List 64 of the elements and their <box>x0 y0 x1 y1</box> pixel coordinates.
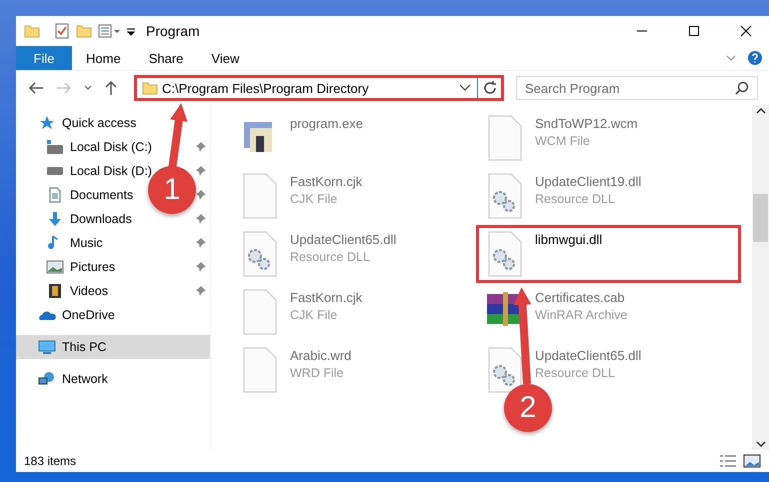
file-name[interactable]: UpdateClient19.dll <box>535 174 642 189</box>
drive-icon <box>46 139 64 155</box>
file-type: WRD File <box>290 366 344 380</box>
properties-icon[interactable] <box>98 23 120 39</box>
nav-item[interactable]: Quick access <box>62 116 136 130</box>
folder-icon <box>142 80 158 96</box>
check-document-icon[interactable] <box>54 23 70 39</box>
file-type: Resource DLL <box>535 192 616 206</box>
file-name[interactable]: UpdateClient65.dll <box>535 348 642 363</box>
file-type: CJK File <box>290 308 338 322</box>
nav-item[interactable]: Downloads <box>70 212 132 226</box>
file-name[interactable]: program.exe <box>290 116 363 131</box>
file-type: WinRAR Archive <box>535 308 628 322</box>
drive-icon <box>46 167 64 175</box>
large-icons-view-icon[interactable] <box>743 454 761 468</box>
nav-item[interactable]: Pictures <box>70 260 116 274</box>
maximize-icon[interactable] <box>689 26 699 36</box>
file-name[interactable]: FastKorn.cjk <box>290 290 362 305</box>
file-name[interactable]: SndToWP12.wcm <box>535 116 638 131</box>
search-box[interactable]: Search Program <box>516 76 758 100</box>
address-field[interactable]: C:\Program Files\Program Directory <box>158 80 457 96</box>
address-bar[interactable]: C:\Program Files\Program Directory <box>134 75 504 101</box>
file-type: CJK File <box>290 192 338 206</box>
star-icon <box>38 115 56 131</box>
file-name[interactable]: Arabic.wrd <box>290 348 352 363</box>
film-icon <box>46 283 64 299</box>
file-type: Resource DLL <box>535 366 616 380</box>
item-count: 183 items <box>24 454 76 468</box>
ribbon-tab[interactable]: Home <box>72 46 135 70</box>
ribbon-tab[interactable]: Share <box>134 46 198 70</box>
ribbon-tab[interactable]: View <box>197 46 254 70</box>
network-icon <box>38 371 56 387</box>
file-name[interactable]: UpdateClient65.dll <box>290 232 396 247</box>
details-view-icon[interactable] <box>719 454 737 468</box>
nav-item[interactable]: Documents <box>70 188 134 202</box>
scroll-up-icon[interactable] <box>756 107 766 115</box>
highlighted-file-item[interactable]: libmwgui.dll <box>476 225 741 283</box>
minimize-icon[interactable] <box>637 30 647 32</box>
nav-item[interactable]: Network <box>62 372 108 386</box>
dropdown-icon[interactable] <box>457 83 473 93</box>
nav-item[interactable]: OneDrive <box>62 308 115 322</box>
scroll-thumb[interactable] <box>753 194 768 242</box>
ribbon-tab[interactable]: File <box>16 46 72 70</box>
close-icon[interactable] <box>740 25 752 37</box>
file-name[interactable]: FastKorn.cjk <box>290 174 362 189</box>
nav-item[interactable]: Music <box>70 236 103 250</box>
computer-icon <box>38 339 56 355</box>
file-type: WCM File <box>535 134 591 148</box>
scrollbar[interactable] <box>752 105 769 450</box>
scroll-down-icon[interactable] <box>756 440 766 448</box>
new-folder-icon <box>76 23 92 39</box>
nav-item[interactable]: Local Disk (C:) <box>70 140 152 154</box>
folder-icon <box>24 23 40 39</box>
file-name[interactable]: Certificates.cab <box>535 290 628 305</box>
file-type: Resource DLL <box>290 250 371 264</box>
nav-item[interactable]: Videos <box>70 284 108 298</box>
picture-icon <box>46 259 64 275</box>
refresh-icon[interactable] <box>482 80 498 96</box>
nav-item[interactable]: Local Disk (D:) <box>70 164 152 178</box>
file-name[interactable]: libmwgui.dll <box>535 232 602 247</box>
window-title: Program <box>146 23 200 39</box>
download-icon <box>46 211 64 227</box>
nav-item[interactable]: This PC <box>16 335 210 359</box>
search-icon <box>735 81 749 95</box>
